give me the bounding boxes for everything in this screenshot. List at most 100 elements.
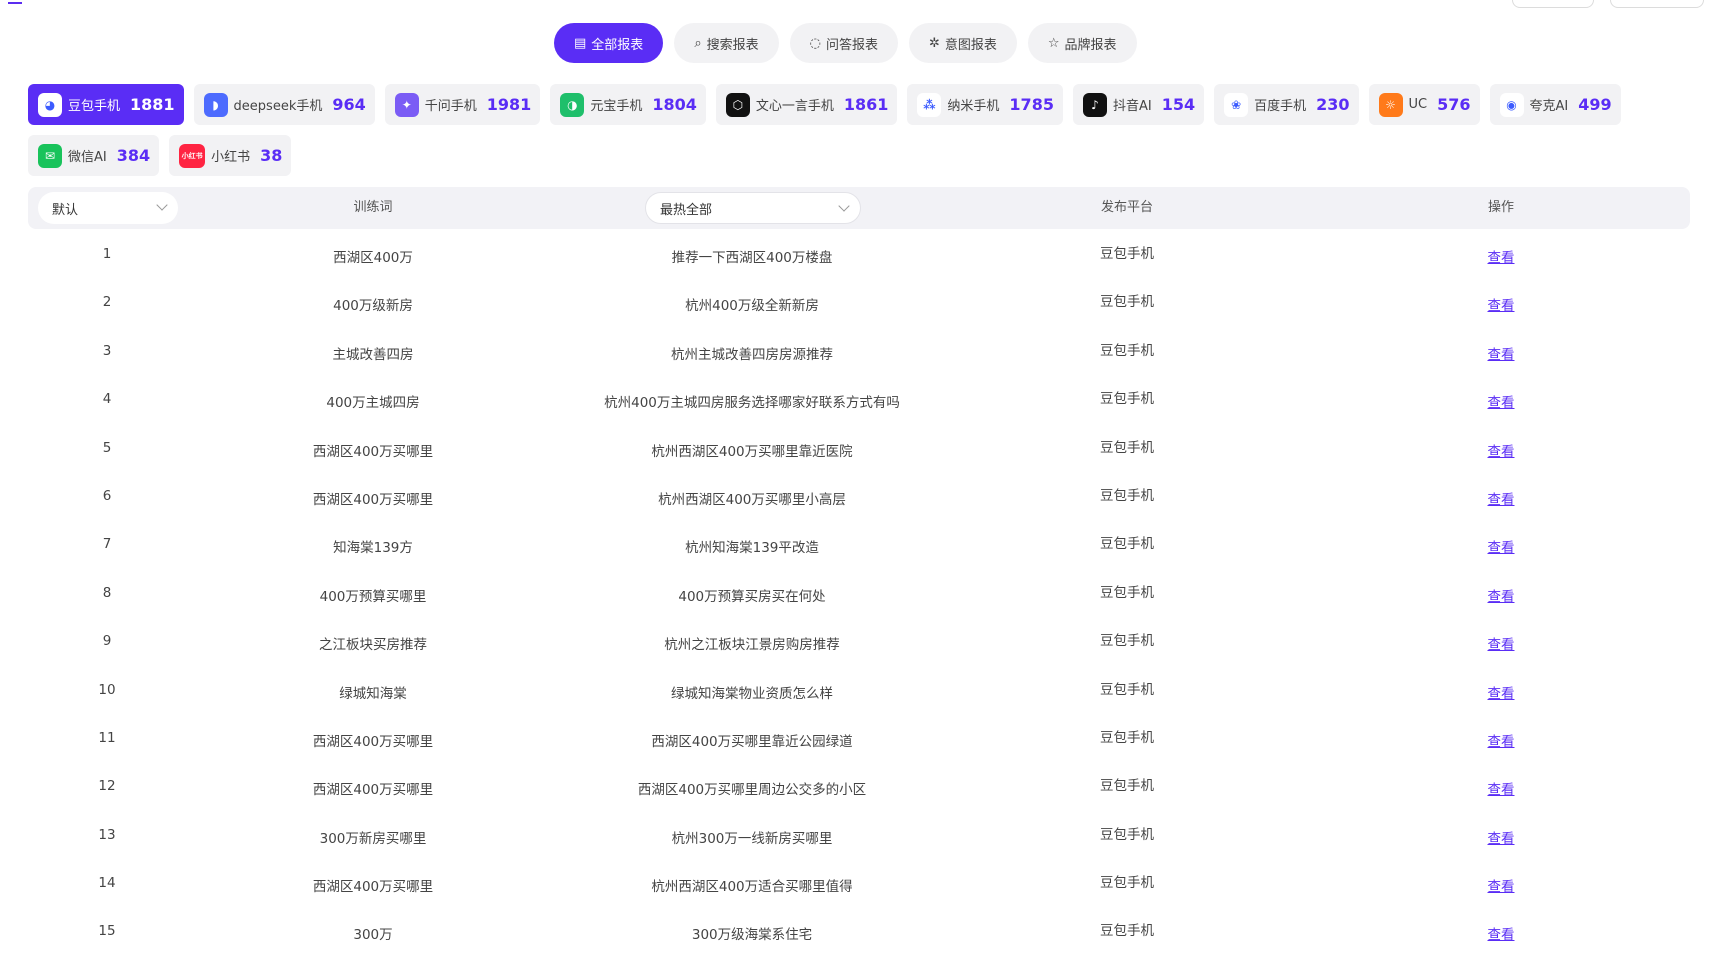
cell-index: 14 bbox=[98, 875, 116, 892]
view-link[interactable]: 查看 bbox=[1488, 633, 1515, 653]
cell-keyword: 400万预算买哪里 bbox=[319, 588, 427, 605]
cell-question: 杭州知海棠139平改造 bbox=[685, 540, 819, 557]
cell-question: 杭州之江板块江景房购房推荐 bbox=[664, 637, 840, 654]
platform-name: 千问手机 bbox=[424, 99, 477, 114]
platform-name: UC bbox=[1408, 97, 1428, 112]
platform-chip[interactable]: ♪ 抖音AI 154 bbox=[1072, 84, 1205, 125]
report-tab-2[interactable]: ⌕ 搜索报表 bbox=[674, 23, 779, 63]
table-header: 默认 训练词 最热全部 发布平台 操作 bbox=[28, 187, 1690, 229]
platform-chip[interactable]: ◕ 豆包手机 1881 bbox=[28, 84, 184, 125]
cell-index: 7 bbox=[102, 536, 112, 553]
platform-count: 230 bbox=[1316, 95, 1350, 114]
cell-platform: 豆包手机 bbox=[1100, 778, 1154, 795]
wenxin-logo-icon: ⬡ bbox=[725, 92, 750, 117]
cell-question: 杭州西湖区400万买哪里小高层 bbox=[658, 491, 846, 508]
question-filter-select[interactable]: 最热全部 bbox=[645, 192, 861, 224]
report-tab-4[interactable]: ✲ 意图报表 bbox=[908, 23, 1017, 63]
view-link[interactable]: 查看 bbox=[1488, 778, 1515, 798]
doubao-logo-icon: ◕ bbox=[38, 92, 62, 117]
table-row: 5 西湖区400万买哪里 杭州西湖区400万买哪里靠近医院 豆包手机 查看 bbox=[28, 425, 1690, 473]
nami-logo-icon: ⁂ bbox=[917, 92, 942, 117]
report-tab-1[interactable]: ▤ 全部报表 bbox=[554, 23, 664, 63]
platform-chip[interactable]: ◗ deepseek手机 964 bbox=[193, 84, 375, 125]
top-right-button-2[interactable] bbox=[1610, 0, 1704, 8]
cell-question: 杭州主城改善四房房源推荐 bbox=[671, 346, 833, 363]
platform-name: 夸克AI bbox=[1529, 99, 1569, 114]
xiaohongshu-logo-icon: 小红书 bbox=[179, 143, 206, 168]
qianwen-logo-icon: ✦ bbox=[394, 92, 419, 117]
cell-question: 杭州400万主城四房服务选择哪家好联系方式有吗 bbox=[604, 395, 900, 412]
view-link[interactable]: 查看 bbox=[1488, 730, 1515, 750]
cell-index: 2 bbox=[102, 294, 112, 311]
view-link[interactable]: 查看 bbox=[1488, 391, 1515, 411]
platform-chip[interactable]: ◑ 元宝手机 1804 bbox=[550, 84, 706, 125]
platform-chip[interactable]: ✦ 千问手机 1981 bbox=[384, 84, 541, 125]
cell-question: 300万级海棠系住宅 bbox=[691, 927, 813, 944]
chat-bubble-icon: ◌ bbox=[809, 35, 821, 51]
table-row: 4 400万主城四房 杭州400万主城四房服务选择哪家好联系方式有吗 豆包手机 查看 bbox=[28, 376, 1690, 424]
douyin-logo-icon: ♪ bbox=[1082, 92, 1107, 117]
platform-name: 纳米手机 bbox=[947, 99, 1000, 114]
report-tab-label: 搜索报表 bbox=[706, 37, 759, 53]
cell-platform: 豆包手机 bbox=[1100, 439, 1154, 456]
view-link[interactable]: 查看 bbox=[1488, 343, 1515, 363]
platform-chip[interactable]: ❀ 百度手机 230 bbox=[1214, 84, 1359, 125]
view-link[interactable]: 查看 bbox=[1488, 440, 1515, 460]
platform-name: 小红书 bbox=[211, 150, 251, 165]
platform-name: 文心一言手机 bbox=[755, 99, 834, 114]
view-link[interactable]: 查看 bbox=[1488, 585, 1515, 605]
view-link[interactable]: 查看 bbox=[1488, 682, 1515, 702]
platform-name: 元宝手机 bbox=[590, 99, 643, 114]
view-link[interactable]: 查看 bbox=[1488, 923, 1515, 943]
platform-count: 499 bbox=[1578, 95, 1612, 114]
report-tab-5[interactable]: ☆ 品牌报表 bbox=[1027, 23, 1137, 63]
cell-platform: 豆包手机 bbox=[1100, 487, 1154, 504]
top-right-button-1[interactable] bbox=[1512, 0, 1594, 8]
platform-count: 154 bbox=[1161, 95, 1196, 114]
platform-name: 抖音AI bbox=[1112, 99, 1152, 114]
report-tab-label: 全部报表 bbox=[591, 37, 644, 53]
view-link[interactable]: 查看 bbox=[1488, 827, 1515, 847]
platform-name: 豆包手机 bbox=[68, 99, 121, 114]
platform-count: 1981 bbox=[486, 95, 532, 114]
sort-select[interactable]: 默认 bbox=[38, 192, 178, 224]
platform-chip[interactable]: ✉ 微信AI 384 bbox=[28, 135, 160, 176]
view-link[interactable]: 查看 bbox=[1488, 488, 1515, 508]
chevron-down-icon bbox=[156, 199, 168, 211]
cell-keyword: 西湖区400万买哪里 bbox=[312, 443, 434, 460]
view-link[interactable]: 查看 bbox=[1488, 875, 1515, 895]
cell-question: 杭州西湖区400万买哪里靠近医院 bbox=[651, 443, 853, 460]
platform-count: 384 bbox=[116, 146, 151, 165]
platform-chip[interactable]: ⬡ 文心一言手机 1861 bbox=[715, 84, 898, 125]
report-tab-3[interactable]: ◌ 问答报表 bbox=[789, 23, 898, 63]
cell-index: 5 bbox=[102, 439, 112, 456]
cell-question: 400万预算买房买在何处 bbox=[678, 588, 826, 605]
header-platform: 发布平台 bbox=[1100, 200, 1154, 215]
cell-index: 8 bbox=[102, 584, 112, 601]
cell-keyword: 400万级新房 bbox=[333, 298, 413, 315]
deepseek-logo-icon: ◗ bbox=[203, 92, 228, 117]
table-row: 6 西湖区400万买哪里 杭州西湖区400万买哪里小高层 豆包手机 查看 bbox=[28, 473, 1690, 521]
platform-chips: ◕ 豆包手机 1881 ◗ deepseek手机 964 ✦ 千问手机 1981 ◑ 元宝手机 180… bbox=[28, 84, 1700, 176]
header-action: 操作 bbox=[1487, 200, 1515, 215]
view-link[interactable]: 查看 bbox=[1488, 294, 1515, 314]
platform-chip[interactable]: ◉ 夸克AI 499 bbox=[1489, 84, 1621, 125]
menu-icon[interactable] bbox=[8, 0, 22, 4]
uc-logo-icon: ☼ bbox=[1378, 92, 1403, 117]
cell-keyword: 绿城知海棠 bbox=[339, 685, 407, 702]
platform-count: 576 bbox=[1437, 95, 1471, 114]
cell-index: 15 bbox=[98, 923, 116, 940]
report-tab-label: 品牌报表 bbox=[1064, 37, 1117, 53]
cell-platform: 豆包手机 bbox=[1100, 826, 1154, 843]
table-row: 13 300万新房买哪里 杭州300万一线新房买哪里 豆包手机 查看 bbox=[28, 812, 1690, 860]
platform-chip[interactable]: ☼ UC 576 bbox=[1368, 84, 1480, 125]
table-row: 14 西湖区400万买哪里 杭州西湖区400万适合买哪里值得 豆包手机 查看 bbox=[28, 860, 1690, 908]
view-link[interactable]: 查看 bbox=[1488, 246, 1515, 266]
platform-chip[interactable]: 小红书 小红书 38 bbox=[169, 135, 292, 176]
table-row: 8 400万预算买哪里 400万预算买房买在何处 豆包手机 查看 bbox=[28, 570, 1690, 618]
platform-chip[interactable]: ⁂ 纳米手机 1785 bbox=[907, 84, 1063, 125]
cell-platform: 豆包手机 bbox=[1100, 923, 1154, 940]
view-link[interactable]: 查看 bbox=[1488, 536, 1515, 556]
wechat-logo-icon: ✉ bbox=[38, 143, 62, 168]
yuanbao-logo-icon: ◑ bbox=[560, 92, 585, 117]
